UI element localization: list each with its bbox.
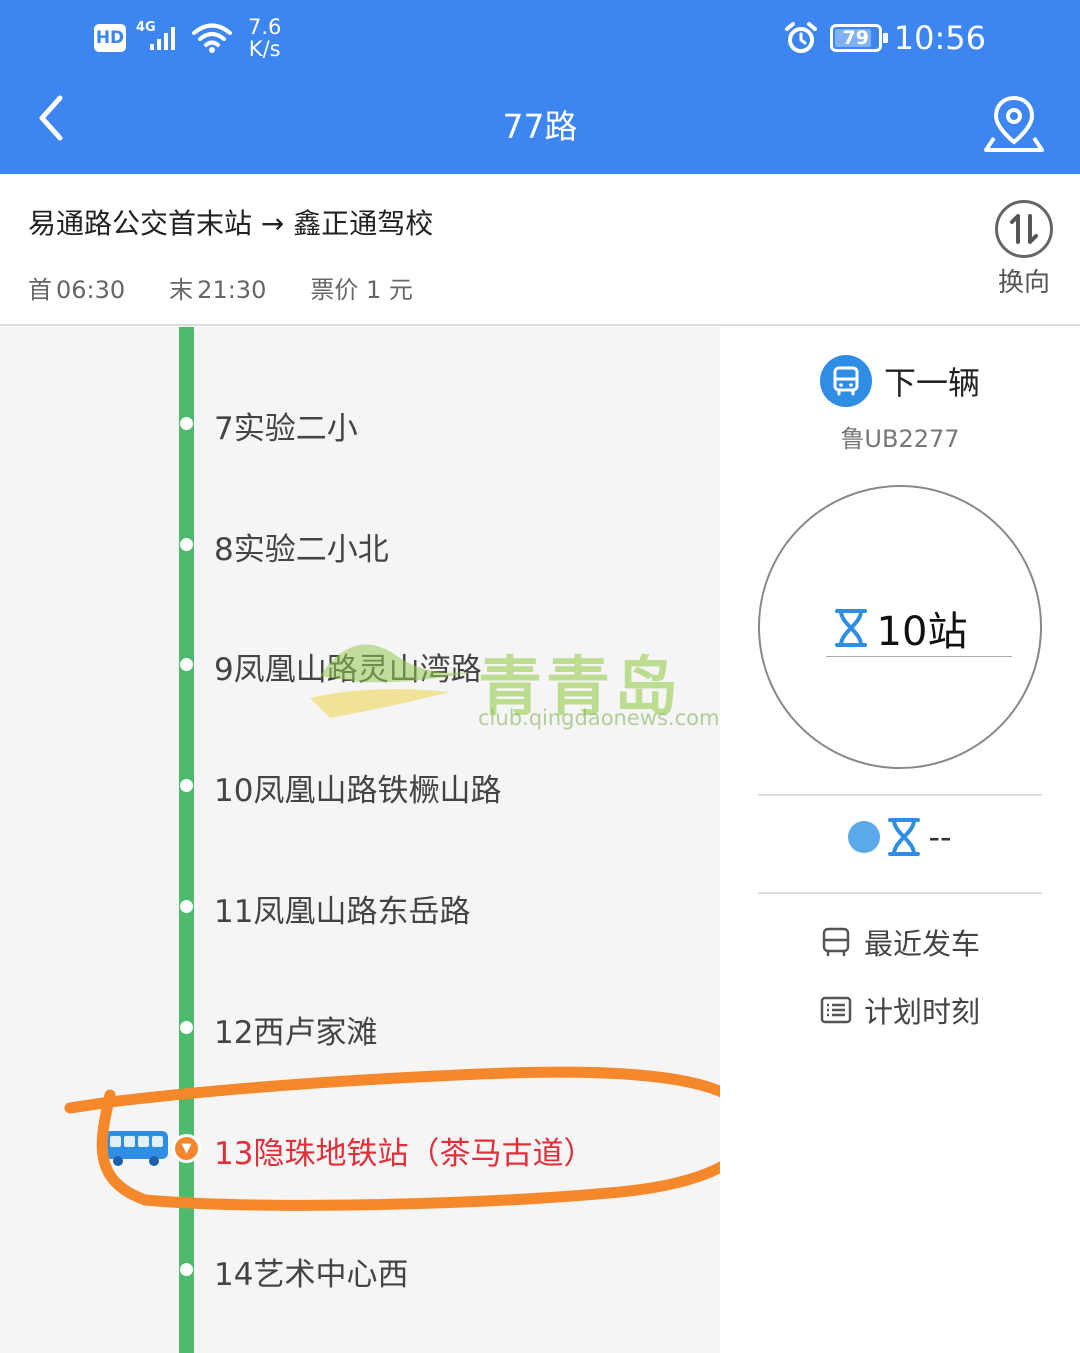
eta-circle: 10站 (758, 485, 1042, 769)
divider (758, 794, 1042, 796)
page-title: 77路 (502, 107, 578, 146)
stop-item[interactable]: 7实验二小 (0, 393, 720, 453)
stop-name: 11凤凰山路东岳路 (214, 894, 471, 930)
stop-dot (180, 779, 193, 792)
stop-dot (180, 900, 193, 913)
swap-label: 换向 (997, 268, 1050, 298)
battery-percent: 79 (842, 27, 869, 49)
stop-dot (180, 538, 193, 551)
stop-item[interactable]: 10凤凰山路铁橛山路 (0, 755, 720, 815)
last-bus-time: 末 21:30 (169, 270, 266, 305)
app-header: HD 4G 7.6 K/s 79 10:56 77路 (0, 0, 1080, 174)
eta-stops: 10站 (876, 609, 968, 655)
stop-name: 9凤凰山路灵山湾路 (214, 652, 482, 688)
stop-dot (180, 417, 193, 430)
speed-value: 7.6 (248, 15, 282, 39)
status-clock: 10:56 (893, 19, 986, 57)
current-stop-marker: ▼ (172, 1134, 201, 1163)
stop-name: 14艺术中心西 (214, 1257, 409, 1293)
stop-name: 7实验二小 (214, 411, 358, 447)
network-speed: 7.6 K/s (248, 16, 281, 60)
signal-icon: 4G (136, 18, 182, 58)
bus-outline-icon (822, 927, 850, 957)
next-bus-header: 下一辆 (820, 355, 980, 407)
alarm-icon (784, 22, 817, 53)
swap-icon (995, 200, 1053, 258)
battery-icon: 79 (829, 24, 888, 52)
stop-dot (180, 1263, 193, 1276)
schedule-label: 计划时刻 (864, 995, 981, 1029)
arrival-panel: 下一辆 鲁UB2277 10站 -- 最近发车 计划时刻 (720, 327, 1080, 1353)
wifi-icon (192, 23, 232, 53)
stop-list[interactable]: 7实验二小 8实验二小北 9凤凰山路灵山湾路 10凤凰山路铁橛山路 11凤凰山路… (0, 327, 720, 1353)
last-label: 末 (169, 276, 194, 304)
speed-unit: K/s (248, 37, 281, 61)
list-icon (820, 996, 852, 1024)
stop-name: 8实验二小北 (214, 532, 389, 568)
stop-name: 12西卢家滩 (214, 1015, 378, 1051)
recent-departure-label: 最近发车 (864, 927, 981, 961)
route-direction: 易通路公交首末站 → 鑫正通驾校 (28, 207, 434, 240)
bus-dot-icon (848, 821, 881, 853)
first-bus-time: 首 06:30 (28, 270, 125, 305)
stop-item[interactable]: 11凤凰山路东岳路 (0, 876, 720, 936)
swap-direction-button[interactable]: 换向 (992, 200, 1056, 299)
bus-position-icon (104, 1131, 168, 1166)
eta-underline (826, 656, 1012, 657)
last-time-value: 21:30 (197, 276, 267, 304)
bus-plate: 鲁UB2277 (840, 425, 960, 453)
second-bus-value: -- (928, 818, 952, 856)
stop-name: 10凤凰山路铁橛山路 (214, 773, 502, 809)
recent-departure-button[interactable]: 最近发车 (820, 921, 980, 963)
eta-display: 10站 (760, 599, 1040, 657)
route-line (179, 327, 194, 1353)
hourglass-icon (888, 818, 921, 856)
schedule-button[interactable]: 计划时刻 (820, 989, 980, 1031)
stop-item[interactable]: 8实验二小北 (0, 514, 720, 574)
stop-dot (180, 658, 193, 671)
stop-item[interactable]: 14艺术中心西 (0, 1239, 720, 1299)
second-bus-eta: -- (720, 817, 1080, 857)
stop-item[interactable]: 12西卢家滩 (0, 997, 720, 1057)
next-bus-label: 下一辆 (884, 364, 981, 402)
fare: 票价 1 元 (310, 276, 413, 304)
stop-name: 13隐珠地铁站（茶马古道） (214, 1136, 595, 1172)
status-bar-left: HD 4G 7.6 K/s (94, 14, 281, 62)
hd-badge: HD (94, 24, 126, 52)
first-label: 首 (28, 276, 52, 304)
stop-item[interactable]: 9凤凰山路灵山湾路 (0, 634, 720, 694)
stop-dot (180, 1021, 193, 1034)
divider (758, 892, 1042, 894)
route-info: 易通路公交首末站 → 鑫正通驾校 首 06:30 末 21:30 票价 1 元 换向 (0, 174, 1080, 326)
hourglass-icon (834, 609, 867, 647)
status-bar-right: 79 10:56 (784, 14, 986, 62)
first-time-value: 06:30 (56, 276, 126, 304)
stop-item-current[interactable]: ▼ 13隐珠地铁站（茶马古道） (0, 1118, 720, 1178)
route-meta: 首 06:30 末 21:30 票价 1 元 (28, 270, 413, 305)
map-location-button[interactable] (982, 92, 1046, 156)
bus-icon (820, 355, 872, 407)
